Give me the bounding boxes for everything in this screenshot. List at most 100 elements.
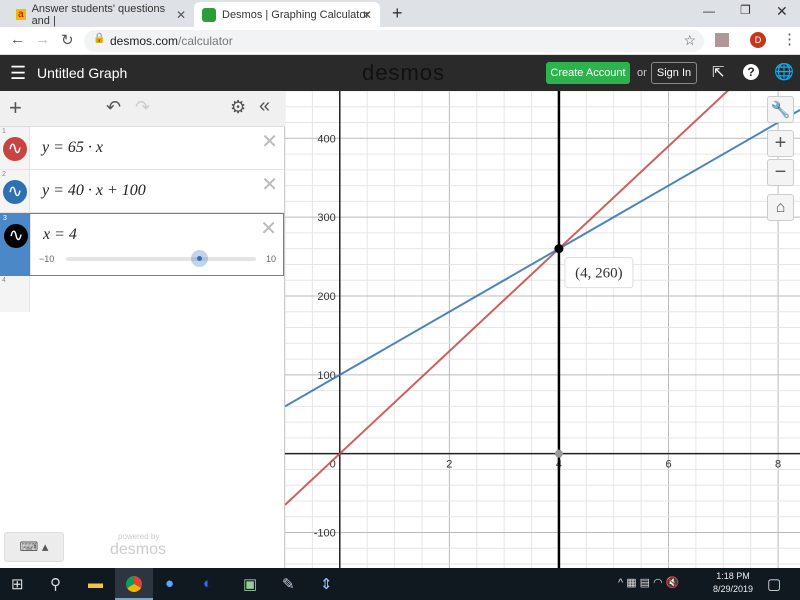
close-tab-icon[interactable]: ✕ [362, 8, 372, 22]
tab-desmos[interactable]: Desmos | Graphing Calculator ✕ [194, 2, 380, 27]
slider-track[interactable] [66, 257, 256, 261]
lock-icon: 🔒 [93, 33, 106, 44]
expression-item[interactable]: 1 ∿ y = 65 · x ✕ [0, 127, 284, 170]
new-expression-item[interactable]: 4 [0, 276, 284, 312]
slider-min[interactable]: −10 [39, 254, 54, 264]
help-icon[interactable]: ? [743, 64, 759, 80]
windows-taskbar: ⊞ ⚲ ▬ ● ◐ ▣ ✎ ⇕ ^ ▦ ▤ ◠ 🔇 1:18 PM 8/29/20… [0, 568, 800, 600]
app-icon[interactable]: ● [165, 575, 174, 592]
y-tick-label: -100 [314, 528, 336, 540]
expression-index: 1 [2, 128, 6, 135]
sign-in-button[interactable]: Sign In [651, 62, 697, 84]
zoom-out-button[interactable]: − [767, 159, 794, 186]
add-expression-icon[interactable]: + [9, 95, 22, 121]
system-tray-icons[interactable]: ^ ▦ ▤ ◠ 🔇 [618, 576, 679, 589]
app-icon[interactable]: ⇕ [320, 575, 333, 593]
expression-math[interactable]: y = 65 · x [42, 139, 103, 157]
tab-answer-students[interactable]: a Answer students' questions and | ✕ [8, 2, 194, 27]
x-tick-label: 6 [665, 459, 671, 471]
minimize-icon[interactable]: — [703, 4, 715, 18]
url-input[interactable]: 🔒 desmos.com/calculator ☆ [84, 30, 704, 52]
expression-gutter: 2 ∿ [0, 170, 30, 212]
powered-by-logo: desmos [110, 541, 167, 558]
delete-expression-icon[interactable]: ✕ [261, 172, 278, 197]
desmos-logo: desmos [362, 60, 446, 85]
site-favicon-icon: a [16, 9, 26, 20]
expression-gutter: 4 [0, 276, 30, 312]
expression-index: 2 [2, 171, 6, 178]
tab-title: Desmos | Graphing Calculator [222, 8, 370, 21]
graph-paper[interactable]: 2468400300200100-1000(4, 260) [285, 91, 800, 568]
graph-color-icon[interactable]: ∿ [3, 180, 27, 204]
tab-title: Answer students' questions and | [31, 2, 166, 27]
new-tab-icon[interactable]: + [392, 3, 403, 24]
reload-icon[interactable]: ↻ [61, 31, 74, 49]
series-line [285, 91, 729, 506]
browser-tab-bar: a Answer students' questions and | ✕ Des… [0, 0, 800, 27]
forward-icon[interactable]: → [35, 31, 50, 48]
app-icon[interactable]: ✎ [282, 575, 295, 593]
x-tick-label: 2 [446, 459, 452, 471]
collapse-list-icon[interactable]: « [259, 95, 270, 118]
file-explorer-icon[interactable]: ▬ [88, 575, 103, 592]
search-icon[interactable]: ⚲ [50, 575, 61, 593]
menu-icon[interactable]: ☰ [10, 63, 26, 84]
url-host: desmos.com [110, 34, 179, 48]
slider-max[interactable]: 10 [266, 254, 276, 264]
redo-icon[interactable]: ↷ [135, 97, 150, 118]
or-label: or [637, 67, 647, 79]
bookmark-star-icon[interactable]: ☆ [683, 32, 696, 49]
delete-expression-icon[interactable]: ✕ [261, 129, 278, 154]
default-viewport-home-button[interactable]: ⌂ [767, 194, 794, 221]
back-icon[interactable]: ← [10, 31, 25, 48]
expression-gutter: 3 ∿ [1, 214, 31, 275]
graph-color-icon[interactable]: ∿ [4, 224, 28, 248]
expression-list: + ↶ ↷ ⚙ « 1 ∿ y = 65 · x ✕ 2 ∿ y = 40 · … [0, 91, 285, 568]
point-coordinate-label: (4, 260) [575, 266, 623, 282]
y-tick-label: 400 [317, 133, 335, 145]
url-path: /calculator [178, 34, 233, 48]
start-windows-icon[interactable]: ⊞ [11, 575, 24, 593]
graph-title[interactable]: Untitled Graph [37, 65, 127, 81]
desmos-favicon-icon [202, 7, 216, 22]
x-tick-label: 8 [775, 459, 781, 471]
app-icon[interactable]: ◐ [203, 575, 212, 592]
pdf-extension-icon[interactable] [715, 33, 729, 47]
share-icon[interactable]: ⇱ [712, 63, 725, 81]
settings-gear-icon[interactable]: ⚙ [230, 97, 246, 118]
expression-math[interactable]: y = 40 · x + 100 [42, 182, 146, 200]
axis-intercept-point [554, 449, 563, 458]
language-globe-icon[interactable]: 🌐 [774, 62, 794, 82]
app-icon[interactable]: ▣ [243, 575, 257, 593]
clock[interactable]: 1:18 PM 8/29/2019 [712, 571, 754, 594]
clock-time: 1:18 PM [716, 571, 750, 581]
expression-index: 3 [3, 215, 7, 222]
graph-settings-wrench-button[interactable]: 🔧 [767, 96, 794, 123]
create-account-button[interactable]: Create Account [546, 62, 630, 84]
notifications-icon[interactable]: ▢ [767, 575, 781, 593]
keypad-toggle-button[interactable]: ⌨ ▴ [4, 532, 64, 562]
close-tab-icon[interactable]: ✕ [176, 8, 186, 22]
address-bar-row: ← → ↻ 🔒 desmos.com/calculator ☆ D ⋮ [0, 27, 800, 55]
window-close-icon[interactable]: ✕ [776, 3, 788, 20]
desmos-header: ☰ Untitled Graph desmos Create Account o… [0, 55, 800, 91]
profile-avatar[interactable]: D [750, 32, 766, 48]
clock-date: 8/29/2019 [712, 584, 754, 594]
restore-icon[interactable]: ❐ [740, 3, 751, 17]
undo-icon[interactable]: ↶ [106, 97, 121, 118]
delete-expression-icon[interactable]: ✕ [260, 216, 277, 241]
expression-math[interactable]: x = 4 [43, 226, 77, 244]
graph-color-icon[interactable]: ∿ [3, 137, 27, 161]
chrome-taskbar-button[interactable] [115, 568, 153, 600]
browser-menu-icon[interactable]: ⋮ [782, 30, 797, 48]
slider-thumb[interactable] [191, 250, 208, 267]
intersection-point [554, 244, 564, 254]
y-tick-label: 200 [317, 291, 335, 303]
expression-item[interactable]: 2 ∿ y = 40 · x + 100 ✕ [0, 170, 284, 213]
zoom-in-button[interactable]: + [767, 130, 794, 157]
expression-item-selected[interactable]: 3 ∿ x = 4 ✕ −10 10 [0, 213, 284, 276]
expression-toolbar: + ↶ ↷ ⚙ « [0, 91, 285, 127]
y-tick-label: 100 [317, 370, 335, 382]
expression-gutter: 1 ∿ [0, 127, 30, 169]
y-tick-label: 300 [317, 212, 335, 224]
